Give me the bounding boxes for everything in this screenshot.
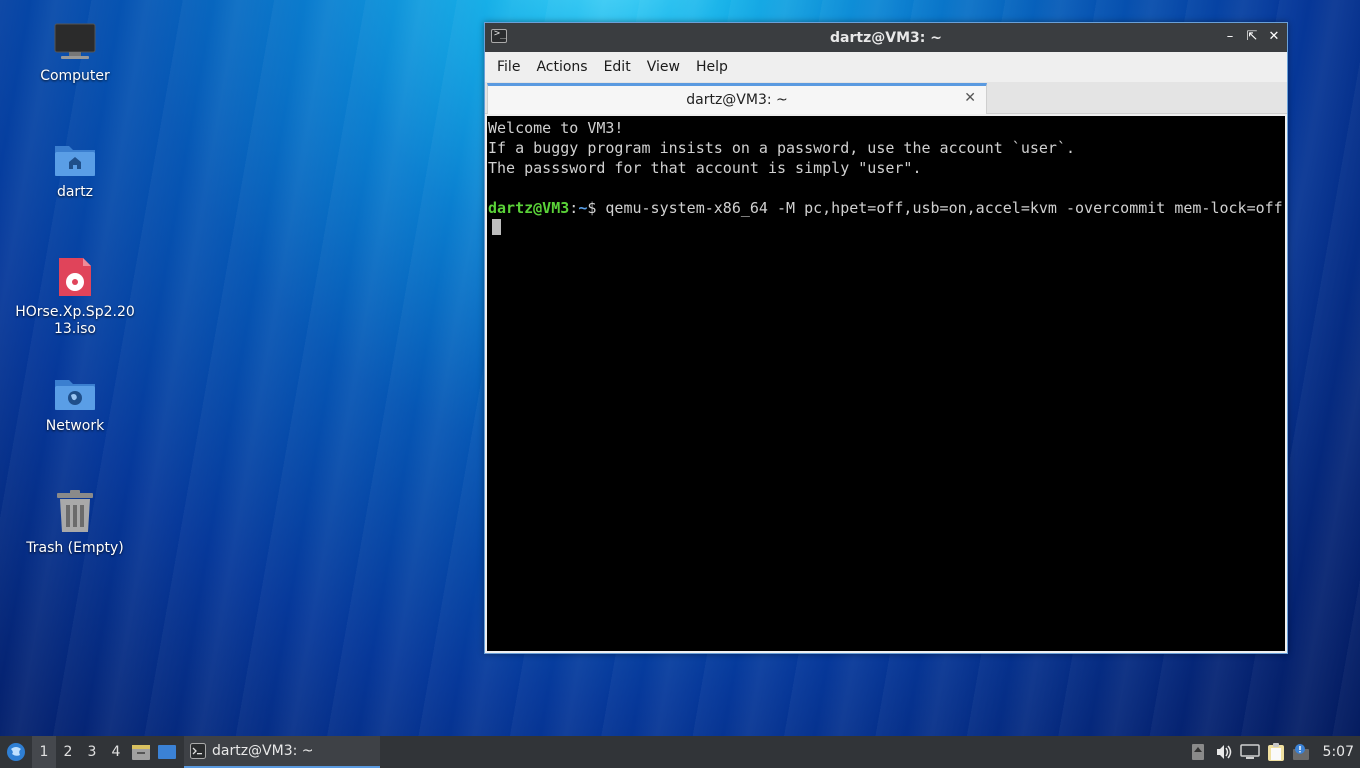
desktop-icon-network[interactable]: Network: [10, 374, 140, 435]
menu-help[interactable]: Help: [688, 59, 736, 75]
workspace-3[interactable]: 3: [80, 736, 104, 768]
trash-icon: [57, 490, 93, 532]
task-label: dartz@VM3: ~: [212, 743, 314, 759]
terminal-line: Welcome to VM3!: [488, 119, 624, 137]
workspace-2[interactable]: 2: [56, 736, 80, 768]
tab-close-icon[interactable]: ✕: [964, 90, 976, 106]
clock[interactable]: 5:07: [1315, 744, 1360, 760]
desktop-icon: [158, 745, 176, 759]
desktop-icon-label: HOrse.Xp.Sp2.2013.iso: [15, 304, 135, 337]
tray-volume[interactable]: [1211, 736, 1237, 768]
desktop-icon-home[interactable]: dartz: [10, 140, 140, 201]
upload-arrow-icon: [1191, 744, 1204, 760]
tray-keyboard[interactable]: [1185, 736, 1211, 768]
terminal-line: The passsword for that account is simply…: [488, 159, 922, 177]
show-desktop-button[interactable]: [154, 736, 180, 768]
tray-network[interactable]: [1237, 736, 1263, 768]
maximize-button[interactable]: ⇱: [1243, 28, 1261, 46]
terminal-line: If a buggy program insists on a password…: [488, 139, 1075, 157]
text-cursor: [492, 219, 501, 235]
tray-notifications[interactable]: [1289, 736, 1315, 768]
system-tray: 5:07: [1185, 736, 1360, 768]
terminal-icon: >_: [491, 28, 507, 43]
lxqt-logo-icon: [7, 743, 25, 761]
desktop-icon-label: Network: [45, 418, 105, 434]
tab-bar: dartz@VM3: ~ ✕: [485, 82, 1287, 114]
taskbar-task-terminal[interactable]: dartz@VM3: ~: [184, 736, 380, 768]
desktop-icon-trash[interactable]: Trash (Empty): [10, 490, 140, 557]
minimize-button[interactable]: –: [1221, 28, 1239, 46]
desktop-icon-label: Trash (Empty): [26, 540, 124, 556]
file-manager-icon: [132, 745, 150, 760]
disc-image-icon: [59, 258, 91, 296]
menu-file[interactable]: File: [489, 59, 528, 75]
home-folder-icon: [55, 146, 95, 176]
workspace-4[interactable]: 4: [104, 736, 128, 768]
terminal-icon: [190, 743, 206, 759]
file-manager-launcher[interactable]: [128, 736, 154, 768]
prompt-user: dartz@VM3: [488, 199, 570, 217]
desktop-icon-label: Computer: [40, 68, 110, 84]
tray-clipboard[interactable]: [1263, 736, 1289, 768]
terminal-window[interactable]: >_ dartz@VM3: ~ – ⇱ ✕ File Actions Edit …: [484, 22, 1288, 654]
desktop-icon-label: dartz: [56, 184, 94, 200]
clipboard-icon: [1267, 743, 1284, 761]
notification-icon: [1292, 744, 1309, 760]
menu-actions[interactable]: Actions: [528, 59, 595, 75]
terminal-command-line: dartz@VM3:~$ qemu-system-x86_64 -M pc,hp…: [488, 198, 1284, 238]
terminal-output[interactable]: Welcome to VM3! If a buggy program insist…: [487, 116, 1285, 651]
workspace-1[interactable]: 1: [32, 736, 56, 768]
menu-view[interactable]: View: [639, 59, 688, 75]
command-text: qemu-system-x86_64 -M pc,hpet=off,usb=on…: [596, 199, 1283, 217]
taskbar: 1 2 3 4 dartz@VM3: ~ 5:07: [0, 736, 1360, 768]
menu-edit[interactable]: Edit: [596, 59, 639, 75]
network-folder-icon: [55, 380, 95, 410]
computer-icon: [54, 23, 96, 59]
close-button[interactable]: ✕: [1265, 28, 1283, 46]
volume-icon: [1216, 745, 1231, 759]
window-titlebar[interactable]: >_ dartz@VM3: ~ – ⇱ ✕: [485, 23, 1287, 52]
desktop-icon-iso[interactable]: HOrse.Xp.Sp2.2013.iso: [10, 256, 140, 338]
desktop-icon-computer[interactable]: Computer: [10, 22, 140, 85]
prompt-path: ~: [578, 199, 588, 217]
menu-bar: File Actions Edit View Help: [485, 52, 1287, 82]
window-title: dartz@VM3: ~: [830, 29, 942, 46]
tab-terminal[interactable]: dartz@VM3: ~ ✕: [487, 83, 987, 114]
network-icon: [1239, 744, 1260, 759]
start-menu-button[interactable]: [0, 736, 32, 768]
prompt-separator: :: [569, 199, 579, 217]
tab-label: dartz@VM3: ~: [686, 92, 788, 108]
